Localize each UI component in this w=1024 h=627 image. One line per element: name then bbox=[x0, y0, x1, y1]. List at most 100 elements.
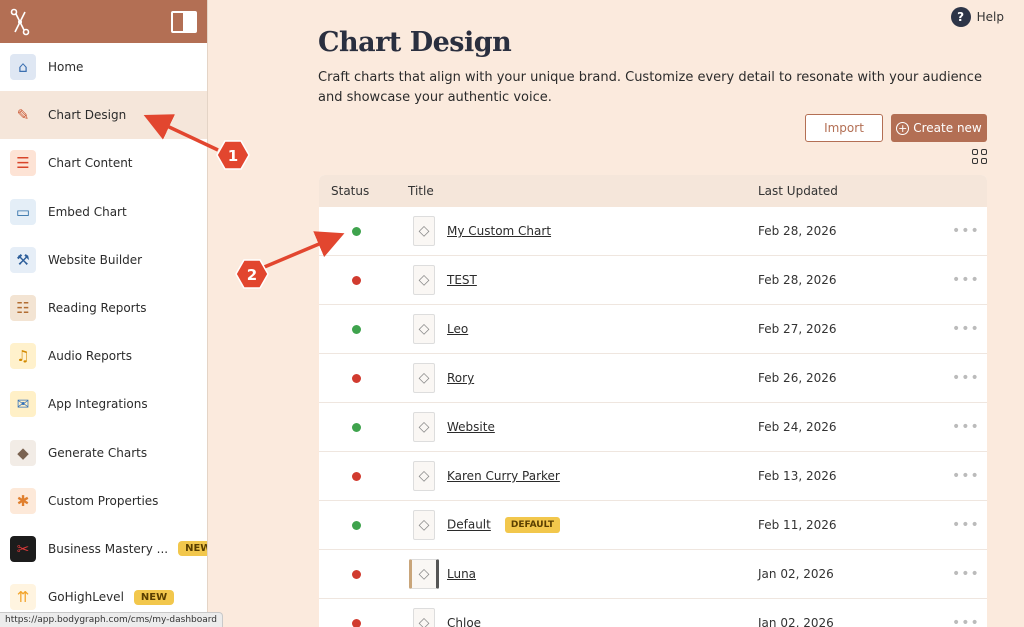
chart-title-link[interactable]: My Custom Chart bbox=[447, 224, 551, 238]
sidebar-item-label: Embed Chart bbox=[48, 204, 127, 219]
sidebar-toggle-icon[interactable] bbox=[171, 10, 197, 33]
sidebar-item-app-integrations[interactable]: ✉ App Integrations bbox=[0, 380, 207, 428]
last-updated-date: Jan 02, 2026 bbox=[758, 567, 834, 581]
sidebar-item-business-mastery[interactable]: ✂ Business Mastery ... NEW bbox=[0, 525, 207, 573]
table-row[interactable]: ◇ Website Feb 24, 2026 ••• bbox=[319, 403, 987, 452]
sidebar-item-label: App Integrations bbox=[48, 397, 148, 412]
table-header: Status Title Last Updated bbox=[319, 175, 987, 207]
annotation-badge-1 bbox=[216, 140, 250, 170]
more-options-icon[interactable]: ••• bbox=[952, 468, 980, 484]
chart-thumbnail-icon[interactable]: ◇ bbox=[413, 608, 435, 627]
create-new-label: Create new bbox=[913, 121, 982, 135]
sidebar-item-website-builder[interactable]: ⚒ Website Builder bbox=[0, 236, 207, 284]
help-link[interactable]: ? Help bbox=[950, 7, 1004, 27]
sidebar-item-home[interactable]: ⌂ Home bbox=[0, 43, 207, 91]
annotation-badge-2 bbox=[235, 259, 269, 289]
chart-title-text: Rory bbox=[447, 371, 475, 385]
annotation-label-2: 2 bbox=[247, 266, 257, 284]
chart-thumbnail-icon[interactable]: ◇ bbox=[413, 216, 435, 246]
chart-title-link[interactable]: Rory bbox=[447, 371, 474, 385]
sidebar-item-embed-chart[interactable]: ▭ Embed Chart bbox=[0, 188, 207, 236]
new-badge: NEW bbox=[133, 589, 175, 605]
table-row[interactable]: ◇ Karen Curry Parker Feb 13, 2026 ••• bbox=[319, 452, 987, 501]
sidebar-item-chart-design[interactable]: ✎ Chart Design bbox=[0, 91, 207, 140]
more-options-icon[interactable]: ••• bbox=[952, 615, 980, 627]
header-status[interactable]: Status bbox=[331, 184, 369, 198]
table-row[interactable]: ◇ Rory Feb 26, 2026 ••• bbox=[319, 354, 987, 403]
sidebar-item-label: Audio Reports bbox=[48, 349, 132, 364]
chart-title-link[interactable]: Leo bbox=[447, 322, 468, 336]
more-options-icon[interactable]: ••• bbox=[952, 223, 980, 239]
create-new-button[interactable]: + Create new bbox=[891, 114, 987, 142]
sidebar-item-custom-properties[interactable]: ✱ Custom Properties bbox=[0, 477, 207, 525]
help-label: Help bbox=[976, 10, 1004, 24]
status-indicator bbox=[352, 422, 361, 432]
custom-properties-icon: ✱ bbox=[10, 487, 36, 514]
chart-thumbnail-icon[interactable]: ◇ bbox=[409, 559, 439, 589]
chart-thumbnail-icon[interactable]: ◇ bbox=[413, 265, 435, 295]
last-updated-date: Feb 24, 2026 bbox=[758, 420, 837, 434]
last-updated-date: Feb 27, 2026 bbox=[758, 322, 837, 336]
sidebar-item-audio-reports[interactable]: ♫ Audio Reports bbox=[0, 332, 207, 380]
last-updated-date: Jan 02, 2026 bbox=[758, 616, 834, 627]
sidebar-item-label: Reading Reports bbox=[48, 301, 147, 316]
header-title[interactable]: Title bbox=[408, 184, 434, 198]
audio-reports-icon: ♫ bbox=[10, 343, 36, 370]
chart-design-icon: ✎ bbox=[10, 102, 36, 129]
status-indicator bbox=[352, 569, 361, 579]
chart-thumbnail-icon[interactable]: ◇ bbox=[413, 314, 435, 344]
last-updated-date: Feb 13, 2026 bbox=[758, 469, 837, 483]
more-options-icon[interactable]: ••• bbox=[952, 419, 980, 435]
last-updated-date: Feb 28, 2026 bbox=[758, 224, 837, 238]
chart-thumbnail-icon[interactable]: ◇ bbox=[413, 363, 435, 393]
chart-title-text: Chloe bbox=[447, 616, 482, 627]
sidebar-item-label: Generate Charts bbox=[48, 445, 148, 460]
grid-view-icon[interactable] bbox=[972, 149, 987, 164]
business-mastery-icon: ✂ bbox=[10, 535, 36, 562]
header-last-updated[interactable]: Last Updated bbox=[758, 184, 838, 198]
status-indicator bbox=[352, 226, 361, 236]
chart-thumbnail-icon[interactable]: ◇ bbox=[413, 461, 435, 491]
charts-table: Status Title Last Updated ◇ My Custom Cha… bbox=[319, 175, 987, 627]
website-builder-icon: ⚒ bbox=[10, 246, 36, 273]
chart-title-link[interactable]: Default DEFAULT bbox=[447, 517, 560, 533]
table-row[interactable]: ◇ Default DEFAULT Feb 11, 2026 ••• bbox=[319, 501, 987, 550]
chart-title-link[interactable]: Chloe bbox=[447, 616, 481, 627]
status-indicator bbox=[352, 373, 361, 383]
embed-chart-icon: ▭ bbox=[10, 198, 36, 225]
more-options-icon[interactable]: ••• bbox=[952, 321, 980, 337]
status-indicator bbox=[352, 520, 361, 530]
sidebar-item-reading-reports[interactable]: ☷ Reading Reports bbox=[0, 284, 207, 332]
chart-title-link[interactable]: Website bbox=[447, 420, 495, 434]
chart-title-link[interactable]: Karen Curry Parker bbox=[447, 469, 560, 483]
more-options-icon[interactable]: ••• bbox=[952, 272, 980, 288]
sidebar-item-label: Home bbox=[48, 60, 84, 75]
sidebar-item-label: Custom Properties bbox=[48, 493, 159, 508]
table-row[interactable]: ◇ TEST Feb 28, 2026 ••• bbox=[319, 256, 987, 305]
status-indicator bbox=[352, 471, 361, 481]
chart-title-text: Website bbox=[447, 420, 495, 434]
status-bar-url: https://app.bodygraph.com/cms/my-dashboa… bbox=[0, 612, 224, 627]
chart-thumbnail-icon[interactable]: ◇ bbox=[413, 510, 435, 540]
table-row[interactable]: ◇ Luna Jan 02, 2026 ••• bbox=[319, 550, 987, 599]
table-row[interactable]: ◇ Chloe Jan 02, 2026 ••• bbox=[319, 599, 987, 627]
page-title: Chart Design bbox=[318, 27, 512, 58]
sidebar-item-generate-charts[interactable]: ◆ Generate Charts bbox=[0, 429, 207, 477]
chart-title-text: TEST bbox=[447, 273, 477, 287]
more-options-icon[interactable]: ••• bbox=[952, 517, 980, 533]
chart-title-link[interactable]: TEST bbox=[447, 273, 477, 287]
chart-thumbnail-icon[interactable]: ◇ bbox=[413, 412, 435, 442]
table-body: ◇ My Custom Chart Feb 28, 2026 ••• ◇ TEST Feb … bbox=[319, 207, 987, 627]
more-options-icon[interactable]: ••• bbox=[952, 566, 980, 582]
chart-title-link[interactable]: Luna bbox=[447, 567, 476, 581]
help-icon: ? bbox=[950, 7, 971, 27]
sidebar-item-chart-content[interactable]: ☰ Chart Content bbox=[0, 139, 207, 187]
status-indicator bbox=[352, 324, 361, 334]
table-row[interactable]: ◇ My Custom Chart Feb 28, 2026 ••• bbox=[319, 207, 987, 256]
app-logo-icon[interactable] bbox=[10, 8, 30, 36]
more-options-icon[interactable]: ••• bbox=[952, 370, 980, 386]
sidebar-item-label: Business Mastery ... bbox=[48, 541, 169, 556]
table-row[interactable]: ◇ Leo Feb 27, 2026 ••• bbox=[319, 305, 987, 354]
import-button[interactable]: Import bbox=[805, 114, 883, 142]
sidebar-item-label: Website Builder bbox=[48, 252, 143, 267]
